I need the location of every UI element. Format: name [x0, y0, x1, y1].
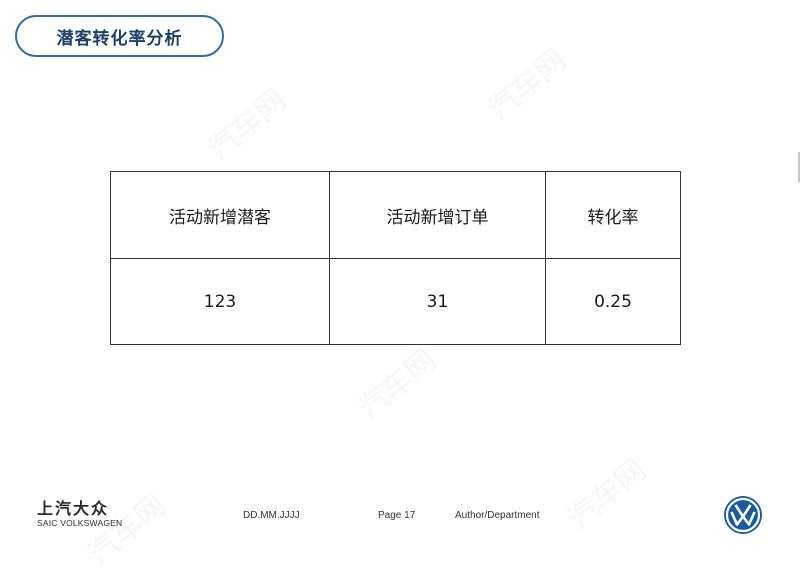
watermark: 汽车网	[561, 452, 653, 538]
page-title: 潜客转化率分析	[15, 15, 224, 57]
footer-author: Author/Department	[455, 510, 540, 521]
watermark: 汽车网	[201, 82, 293, 168]
table-header-cell: 活动新增订单	[329, 171, 546, 259]
brand-name-en: SAIC VOLKSWAGEN	[37, 518, 123, 528]
saic-volkswagen-logo: 上汽大众 SAIC VOLKSWAGEN	[37, 499, 127, 529]
table-cell: 31	[329, 258, 546, 345]
table-header-cell: 活动新增潜客	[110, 171, 330, 259]
table-header-cell: 转化率	[545, 171, 681, 259]
watermark: 汽车网	[481, 42, 573, 128]
footer-page-number: Page 17	[378, 510, 416, 521]
watermark: 汽车网	[351, 342, 443, 428]
table-row: 123 31 0.25	[110, 258, 681, 345]
conversion-table: 活动新增潜客 活动新增订单 转化率 123 31 0.25	[110, 171, 681, 345]
table-header-row: 活动新增潜客 活动新增订单 转化率	[110, 171, 681, 259]
table-cell: 0.25	[545, 258, 681, 345]
footer-date: DD.MM.JJJJ	[243, 510, 300, 521]
volkswagen-logo-icon	[724, 496, 762, 534]
brand-name-cn: 上汽大众	[37, 499, 110, 518]
table-cell: 123	[110, 258, 330, 345]
